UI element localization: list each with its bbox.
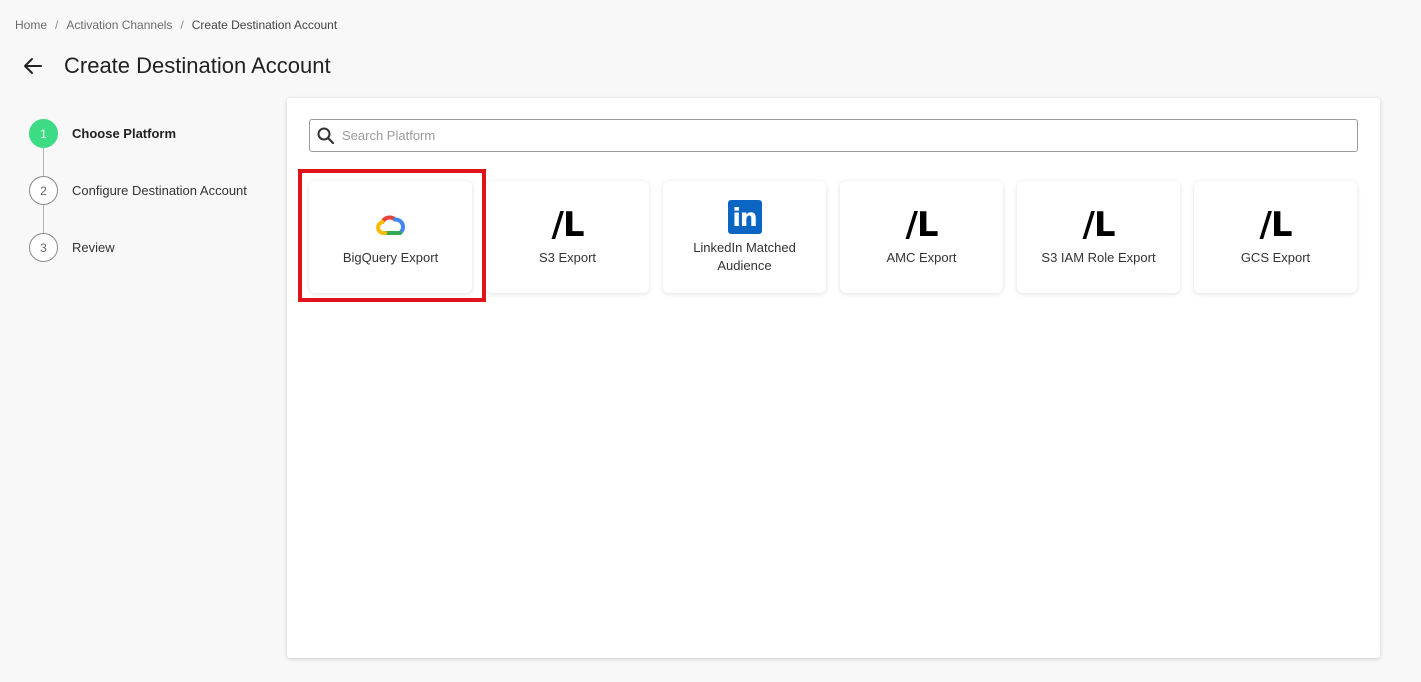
card-label: S3 IAM Role Export bbox=[1041, 250, 1156, 265]
linkedin-logo-text: in bbox=[732, 203, 757, 232]
page-title: Create Destination Account bbox=[64, 53, 331, 78]
search-icon bbox=[317, 127, 335, 144]
step-label: Configure Destination Account bbox=[72, 183, 247, 198]
step-number: 3 bbox=[29, 233, 58, 262]
step-connector bbox=[43, 205, 44, 233]
fl-logo-icon: /L bbox=[1259, 205, 1292, 245]
card-logo: /L bbox=[551, 205, 584, 245]
card-label: BigQuery Export bbox=[342, 250, 439, 265]
card-label: GCS Export bbox=[1240, 250, 1311, 265]
card-label: LinkedIn Matched Audience bbox=[693, 240, 796, 273]
linkedin-icon: in bbox=[727, 200, 762, 234]
page-header: Create Destination Account bbox=[20, 50, 331, 82]
platform-card-gcs-export[interactable]: /L GCS Export bbox=[1194, 181, 1357, 293]
breadcrumb-separator: / bbox=[55, 18, 59, 32]
stepper: 1 Choose Platform 2 Configure Destinatio… bbox=[29, 119, 269, 263]
platform-card-amc-export[interactable]: /L AMC Export bbox=[840, 181, 1003, 293]
card-logo bbox=[374, 207, 408, 243]
arrow-left-icon bbox=[24, 58, 42, 74]
fl-logo-icon: /L bbox=[905, 205, 938, 245]
card-logo: /L bbox=[905, 205, 938, 245]
breadcrumb-activation-channels[interactable]: Activation Channels bbox=[66, 18, 172, 32]
step-label: Review bbox=[72, 240, 115, 255]
card-logo: /L bbox=[1259, 205, 1292, 245]
breadcrumb-current: Create Destination Account bbox=[191, 18, 338, 32]
platform-card-s3-export[interactable]: /L S3 Export bbox=[486, 181, 649, 293]
breadcrumb: Home / Activation Channels / Create Dest… bbox=[15, 18, 337, 32]
card-logo: in bbox=[727, 199, 762, 235]
platform-card-bigquery-export[interactable]: BigQuery Export bbox=[309, 181, 472, 293]
card-label: AMC Export bbox=[886, 250, 957, 265]
step-choose-platform[interactable]: 1 Choose Platform bbox=[29, 119, 269, 176]
back-button[interactable] bbox=[20, 53, 46, 79]
breadcrumb-home[interactable]: Home bbox=[15, 18, 47, 32]
platform-card-s3-iam-role-export[interactable]: /L S3 IAM Role Export bbox=[1017, 181, 1180, 293]
platform-panel: BigQuery Export /L S3 Export in LinkedIn… bbox=[287, 98, 1380, 658]
step-number: 1 bbox=[29, 119, 58, 148]
step-number: 2 bbox=[29, 176, 58, 205]
google-cloud-icon bbox=[375, 215, 405, 236]
platform-list: BigQuery Export /L S3 Export in LinkedIn… bbox=[309, 181, 1357, 293]
platform-card-linkedin-matched-audience[interactable]: in LinkedIn Matched Audience bbox=[663, 181, 826, 293]
fl-logo-icon: /L bbox=[1082, 205, 1115, 245]
step-connector bbox=[43, 148, 44, 176]
breadcrumb-separator: / bbox=[180, 18, 184, 32]
step-configure-destination-account[interactable]: 2 Configure Destination Account bbox=[29, 176, 269, 233]
card-label: S3 Export bbox=[538, 250, 597, 265]
card-logo: /L bbox=[1082, 205, 1115, 245]
fl-logo-icon: /L bbox=[551, 205, 584, 245]
step-review[interactable]: 3 Review bbox=[29, 233, 269, 263]
step-label: Choose Platform bbox=[72, 126, 177, 141]
search-input[interactable] bbox=[342, 120, 1357, 151]
search-box bbox=[309, 119, 1358, 152]
